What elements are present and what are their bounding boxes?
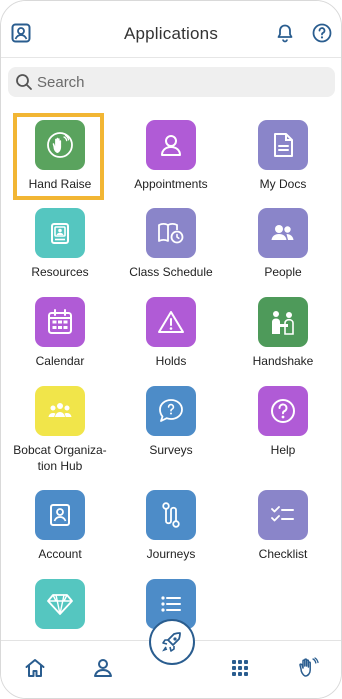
app-tile-account[interactable]: Account [5,490,115,562]
person-icon[interactable] [146,120,196,170]
app-label: Handshake [252,354,314,368]
help-icon[interactable] [310,21,334,45]
app-label: Journeys [146,547,196,561]
search-bar[interactable] [8,67,335,97]
calendar-icon[interactable] [35,297,85,347]
chat-question-icon[interactable] [146,386,196,436]
app-tile-help[interactable]: Help [228,386,338,458]
resources-icon[interactable] [35,208,85,258]
app-tile-calendar[interactable]: Calendar [5,297,115,369]
app-label: Bobcat Organiza- tion Hub [13,443,107,473]
app-label: Calendar [35,354,85,368]
app-label: Help [270,443,296,457]
rocket-icon[interactable] [149,619,195,665]
app-tile-appointments[interactable]: Appointments [116,120,226,192]
hand-raise-icon[interactable] [35,120,85,170]
bottom-nav [1,619,341,698]
home-icon[interactable] [21,654,49,682]
app-label: Holds [155,354,187,368]
journey-icon[interactable] [146,490,196,540]
bell-icon[interactable] [273,21,297,45]
app-tile-diamond[interactable] [5,579,115,635]
app-tile-handshake[interactable]: Handshake [228,297,338,369]
diamond-icon[interactable] [35,579,85,629]
handshake-icon[interactable] [258,297,308,347]
header: Applications [1,1,341,58]
app-tile-class-schedule[interactable]: Class Schedule [116,208,226,280]
app-label: Resources [31,265,89,279]
app-label: Account [38,547,82,561]
app-tile-checklist[interactable]: Checklist [228,490,338,562]
app-label: Checklist [258,547,308,561]
app-tile-surveys[interactable]: Surveys [116,386,226,458]
profile-icon[interactable] [89,654,117,682]
app-tile-my-docs[interactable]: My Docs [228,120,338,192]
app-label: Appointments [134,177,208,191]
apps-grid-icon[interactable] [226,654,254,682]
group-icon[interactable] [35,386,85,436]
app-label: My Docs [259,177,307,191]
app-label: Surveys [149,443,193,457]
app-tile-journeys[interactable]: Journeys [116,490,226,562]
account-icon[interactable] [35,490,85,540]
app-tile-resources[interactable]: Resources [5,208,115,280]
app-grid: Hand Raise Appointments My Docs Resources Cl… [1,113,341,641]
people-icon[interactable] [258,208,308,258]
app-frame: Applications Hand Raise Appointments My Do… [0,0,342,699]
search-input[interactable] [37,73,317,91]
hand-raise-nav-icon[interactable] [294,654,322,682]
app-label: People [264,265,302,279]
checklist-icon[interactable] [258,490,308,540]
question-icon[interactable] [258,386,308,436]
search-icon [15,73,33,91]
app-tile-bobcat-organiza-tion-hub[interactable]: Bobcat Organiza- tion Hub [5,386,115,474]
document-icon[interactable] [258,120,308,170]
app-label: Hand Raise [28,177,92,191]
warning-icon[interactable] [146,297,196,347]
app-tile-people[interactable]: People [228,208,338,280]
app-tile-holds[interactable]: Holds [116,297,226,369]
app-label: Class Schedule [129,265,213,279]
app-tile-hand-raise[interactable]: Hand Raise [5,120,115,192]
book-clock-icon[interactable] [146,208,196,258]
